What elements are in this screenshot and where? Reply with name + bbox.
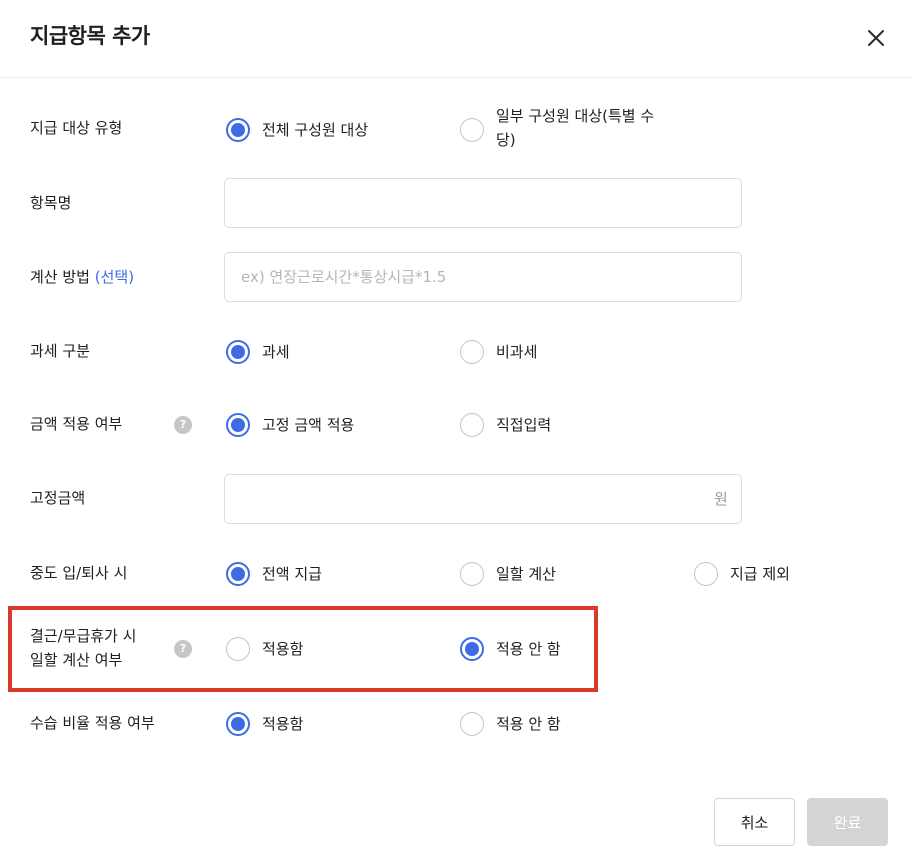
radio-mid-exclude[interactable]: 지급 제외 (694, 562, 790, 586)
radio-mid-prorate[interactable]: 일할 계산 (460, 562, 556, 586)
radio-payment-target-all[interactable]: 전체 구성원 대상 (226, 118, 368, 142)
radio-label: 적용 안 함 (496, 715, 561, 733)
radio-probation-apply[interactable]: 적용함 (226, 712, 303, 736)
radio-probation-not-apply[interactable]: 적용 안 함 (460, 712, 561, 736)
radio-circle-checked[interactable] (226, 340, 250, 364)
probation-rate-label: 수습 비율 적용 여부 (30, 714, 155, 732)
radio-label: 고정 금액 적용 (262, 416, 355, 434)
radio-label: 적용 안 함 (496, 640, 561, 658)
item-name-input[interactable] (224, 178, 742, 228)
radio-label: 전체 구성원 대상 (262, 121, 369, 139)
radio-label: 적용함 (262, 715, 304, 733)
absence-prorate-label-line1: 결근/무급휴가 시 (30, 627, 137, 645)
radio-label: 적용함 (262, 640, 304, 658)
calc-method-input[interactable] (224, 252, 742, 302)
radio-circle[interactable] (226, 637, 250, 661)
radio-absence-not-apply[interactable]: 적용 안 함 (460, 637, 561, 661)
help-icon[interactable]: ? (174, 640, 192, 658)
radio-label: 전액 지급 (262, 565, 322, 583)
done-button[interactable]: 완료 (807, 798, 888, 846)
tax-type-label: 과세 구분 (30, 342, 90, 360)
mid-join-leave-label: 중도 입/퇴사 시 (30, 564, 128, 582)
radio-amount-fixed[interactable]: 고정 금액 적용 (226, 413, 354, 437)
radio-tax-taxable[interactable]: 과세 (226, 340, 290, 364)
close-icon[interactable] (864, 26, 888, 50)
dialog-title: 지급항목 추가 (30, 24, 150, 48)
currency-unit: 원 (714, 490, 728, 508)
radio-label: 지급 제외 (730, 565, 790, 583)
calc-method-label: 계산 방법 (선택) (30, 265, 134, 289)
radio-payment-target-partial[interactable]: 일부 구성원 대상(특별 수당) (460, 104, 660, 152)
dialog-header: 지급항목 추가 (0, 0, 912, 78)
radio-circle[interactable] (694, 562, 718, 586)
fixed-amount-input[interactable] (224, 474, 742, 524)
fixed-amount-label: 고정금액 (30, 489, 86, 507)
payment-target-label: 지급 대상 유형 (30, 119, 123, 137)
radio-circle-checked[interactable] (460, 637, 484, 661)
radio-absence-apply[interactable]: 적용함 (226, 637, 303, 661)
radio-label: 비과세 (496, 343, 538, 361)
add-pay-item-dialog: 지급항목 추가 지급 대상 유형 전체 구성원 대상 일부 구성원 대상(특별 … (0, 0, 912, 862)
radio-circle[interactable] (460, 413, 484, 437)
radio-circle-checked[interactable] (226, 118, 250, 142)
absence-prorate-label: 결근/무급휴가 시 일할 계산 여부 (30, 624, 136, 672)
radio-circle-checked[interactable] (226, 413, 250, 437)
radio-circle[interactable] (460, 562, 484, 586)
radio-amount-direct[interactable]: 직접입력 (460, 413, 551, 437)
radio-circle[interactable] (460, 340, 484, 364)
radio-circle[interactable] (460, 712, 484, 736)
radio-label: 일부 구성원 대상(특별 수당) (496, 107, 655, 149)
optional-tag: (선택) (94, 268, 135, 286)
radio-circle-checked[interactable] (226, 562, 250, 586)
radio-mid-full-pay[interactable]: 전액 지급 (226, 562, 322, 586)
cancel-button[interactable]: 취소 (714, 798, 795, 846)
radio-label: 일할 계산 (496, 565, 556, 583)
calc-method-label-text: 계산 방법 (30, 268, 90, 286)
radio-label: 과세 (262, 343, 290, 361)
radio-label: 직접입력 (496, 416, 552, 434)
radio-circle-checked[interactable] (226, 712, 250, 736)
help-icon[interactable]: ? (174, 416, 192, 434)
absence-prorate-label-line2: 일할 계산 여부 (30, 651, 123, 669)
radio-tax-nontaxable[interactable]: 비과세 (460, 340, 537, 364)
radio-circle[interactable] (460, 118, 484, 142)
item-name-label: 항목명 (30, 194, 72, 212)
amount-apply-label: 금액 적용 여부 (30, 415, 123, 433)
